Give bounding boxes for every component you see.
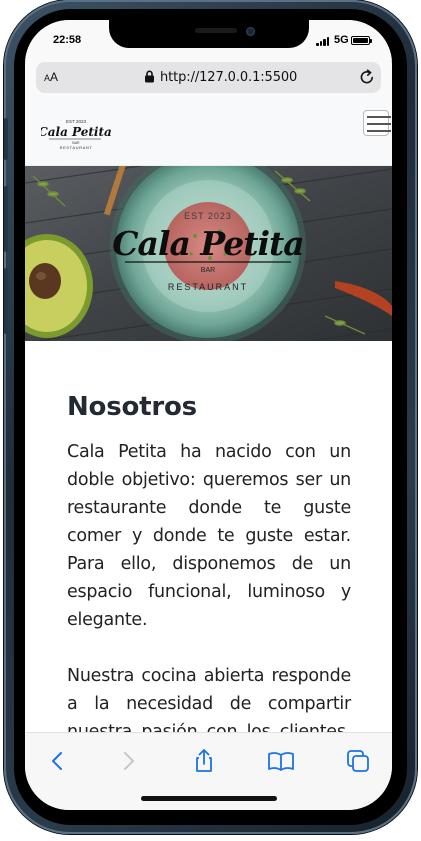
tabs-icon[interactable] [345,748,371,774]
url-text[interactable]: http://127.0.0.1:5500 [160,70,297,85]
hamburger-icon [367,116,391,118]
menu-toggle-button[interactable] [363,110,391,136]
volume-up-button [4,186,8,252]
svg-text:RESTAURANT: RESTAURANT [168,282,248,292]
status-time: 22:58 [53,34,82,46]
lock-icon [145,70,154,83]
svg-text:EST 2023: EST 2023 [66,119,86,124]
about-paragraph: Nuestra cocina abierta responde a la nec… [67,666,351,732]
text-size-button[interactable]: AA [44,70,58,84]
share-icon[interactable] [191,748,217,774]
volume-down-button [4,268,8,334]
hero-image: EST 2023 Cala Petita BAR RESTAURANT [25,166,392,341]
battery-icon [351,36,372,45]
site-navbar: EST 2023 Cala Petita BAR RESTAURANT [25,100,392,166]
reload-icon[interactable] [358,68,376,86]
silent-switch [4,118,8,160]
back-arrow-icon[interactable] [45,748,71,774]
web-page: EST 2023 Cala Petita BAR RESTAURANT EST … [25,100,392,732]
notch [109,20,309,48]
section-title: Nosotros [67,392,197,422]
about-paragraph: Cala Petita ha nacido con un doble objet… [67,442,351,630]
network-type: 5G [334,34,349,46]
signal-icon [316,37,330,46]
svg-text:EST 2023: EST 2023 [184,211,232,221]
about-section: Nosotros Cala Petita ha nacido con un do… [67,392,351,732]
phone-screen: 22:58 5G AA http://127.0.0.1:5500 EST 20… [25,20,392,810]
forward-arrow-icon[interactable] [115,748,141,774]
home-indicator[interactable] [141,796,277,801]
book-icon[interactable] [267,748,295,774]
site-logo[interactable]: EST 2023 Cala Petita BAR RESTAURANT [41,114,111,154]
address-bar[interactable]: AA http://127.0.0.1:5500 [36,62,381,93]
svg-text:Cala Petita: Cala Petita [112,224,303,263]
svg-text:BAR: BAR [201,267,215,274]
svg-text:Cala Petita: Cala Petita [41,125,111,139]
svg-text:RESTAURANT: RESTAURANT [60,145,93,150]
front-camera [246,27,255,36]
status-bar: 22:58 5G [25,20,392,60]
earpiece [195,28,237,33]
